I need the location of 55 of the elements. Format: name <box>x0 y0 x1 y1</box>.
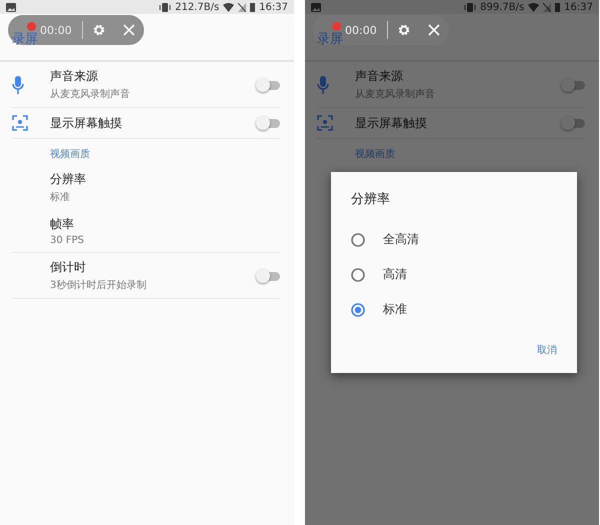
network-speed: 899.7B/s <box>480 2 524 12</box>
microphone-icon <box>12 76 24 94</box>
toggle-switch[interactable] <box>256 116 280 130</box>
battery-icon <box>555 2 560 12</box>
setting-title[interactable]: 帧率 <box>50 216 280 233</box>
record-dot[interactable] <box>332 22 341 31</box>
network-speed: 212.7B/s <box>175 2 220 12</box>
vibrate-icon <box>159 2 172 12</box>
toggle-switch[interactable] <box>256 78 280 92</box>
clock: 16:37 <box>259 2 288 12</box>
toggle-switch[interactable] <box>561 116 585 130</box>
toggle-switch[interactable] <box>256 268 280 282</box>
radio-option[interactable]: 标准 <box>351 292 557 327</box>
setting-title: 倒计时 <box>50 259 87 276</box>
dialog-title: 分辨率 <box>351 191 391 208</box>
app-title: 录屏 <box>12 31 38 48</box>
image-icon <box>311 2 321 12</box>
setting-title: 声音来源 <box>355 68 404 85</box>
close-icon[interactable] <box>428 24 440 36</box>
record-dot[interactable] <box>27 22 36 31</box>
no-signal-icon <box>543 2 552 12</box>
setting-title: 显示屏幕触摸 <box>355 114 428 132</box>
clock: 16:37 <box>564 2 593 12</box>
radio-option[interactable]: 全高清 <box>351 222 557 257</box>
touch-icon <box>12 115 28 131</box>
setting-title: 显示屏幕触摸 <box>50 114 123 132</box>
section-header: 视频画质 <box>355 148 396 161</box>
settings-icon[interactable] <box>92 24 105 36</box>
close-icon[interactable] <box>122 24 135 36</box>
setting-value: 30 FPS <box>50 235 86 246</box>
setting-title[interactable]: 分辨率 <box>50 171 280 188</box>
radio-button[interactable] <box>351 232 365 246</box>
no-signal-icon <box>238 2 246 12</box>
app-title: 录屏 <box>317 31 343 48</box>
battery-icon <box>250 2 256 12</box>
image-icon <box>6 2 16 12</box>
setting-summary: 从麦克风录制声音 <box>355 88 436 101</box>
wifi-icon <box>223 2 234 12</box>
setting-summary: 从麦克风录制声音 <box>50 88 131 101</box>
recording-timer: 00:00 <box>40 24 72 36</box>
setting-value: 标准 <box>50 190 71 204</box>
setting-summary: 3秒倒计时后开始录制 <box>50 278 148 292</box>
microphone-icon <box>317 76 329 94</box>
setting-title: 声音来源 <box>50 68 99 85</box>
radio-button[interactable] <box>351 268 365 282</box>
radio-option[interactable]: 高清 <box>351 257 557 292</box>
touch-icon <box>317 115 333 131</box>
vibrate-icon <box>464 2 476 12</box>
section-header: 视频画质 <box>50 148 91 161</box>
wifi-icon <box>528 2 540 12</box>
settings-icon[interactable] <box>398 24 410 36</box>
toggle-switch[interactable] <box>561 78 585 92</box>
cancel-button[interactable]: 取消 <box>537 339 557 361</box>
radio-button[interactable] <box>351 302 365 316</box>
recording-timer: 00:00 <box>345 24 377 36</box>
